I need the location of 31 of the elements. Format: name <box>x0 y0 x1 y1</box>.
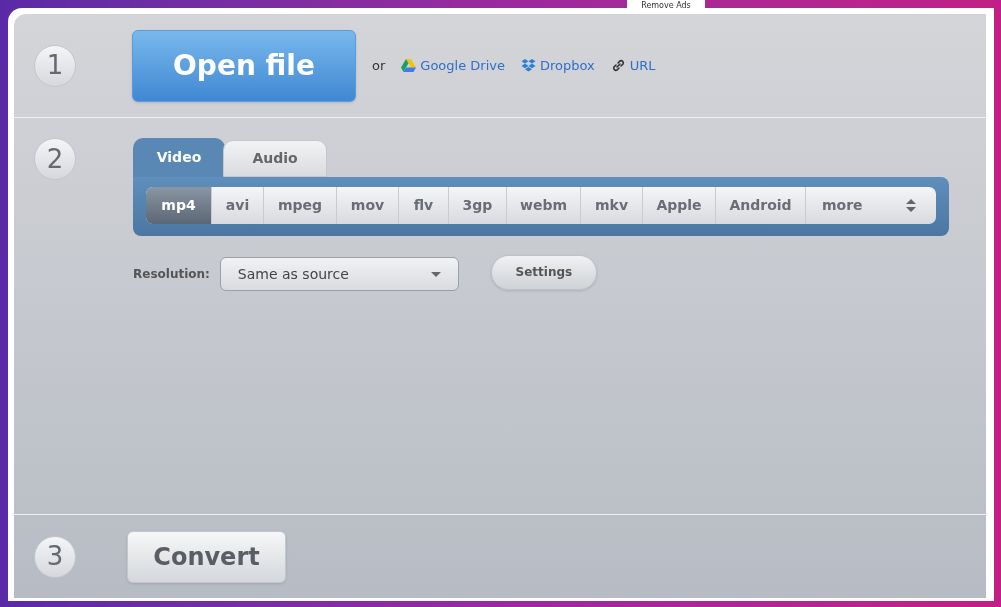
format-option[interactable]: more <box>806 187 932 224</box>
format-tab[interactable]: Video <box>133 138 225 177</box>
format-option[interactable]: mkv <box>581 187 643 224</box>
step-number: 2 <box>34 138 76 180</box>
format-option[interactable]: webm <box>507 187 581 224</box>
format-option[interactable]: mov <box>337 187 399 224</box>
caret-icon <box>430 271 441 277</box>
settings-button[interactable]: Settings <box>490 254 597 290</box>
source-link[interactable]: URL <box>629 55 656 76</box>
source-link[interactable]: Dropbox <box>539 55 595 76</box>
resolution-label: Resolution: <box>133 266 210 283</box>
resolution-dropdown[interactable]: Same as source <box>219 257 459 291</box>
convert-button[interactable]: Convert <box>127 530 286 583</box>
format-option[interactable]: flv <box>399 187 449 224</box>
or-label: or <box>372 56 386 75</box>
dropdown-value: Same as source <box>237 264 349 284</box>
format-option[interactable]: avi <box>212 187 264 224</box>
format-option[interactable]: mp4 <box>146 187 212 224</box>
dropbox-icon <box>520 58 536 73</box>
step-number: 3 <box>34 535 76 578</box>
link-icon <box>610 58 626 73</box>
format-option[interactable]: Android <box>716 187 806 224</box>
format-option[interactable]: Apple <box>643 187 716 224</box>
step-number: 1 <box>34 44 76 87</box>
open-file-button[interactable]: Open file <box>132 29 356 102</box>
source-link[interactable]: Google Drive <box>420 55 505 76</box>
sort-arrows-icon <box>906 199 916 212</box>
format-tab[interactable]: Audio <box>223 140 327 177</box>
format-option[interactable]: mpeg <box>264 187 337 224</box>
drive-icon <box>401 59 417 72</box>
format-option[interactable]: 3gp <box>449 187 507 224</box>
